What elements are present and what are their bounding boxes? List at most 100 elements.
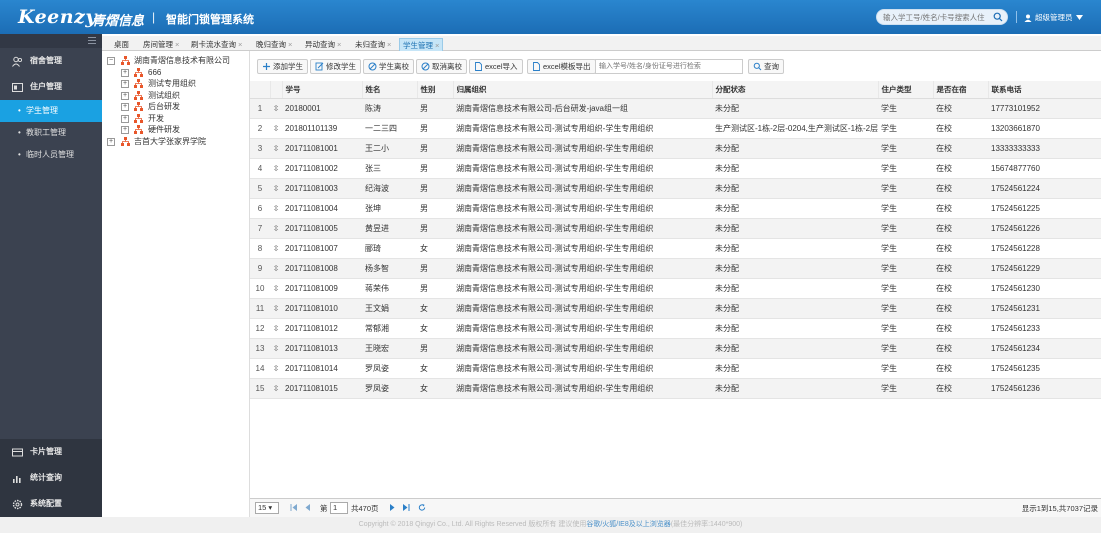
header-cell[interactable]: 住户类型 [878,81,934,99]
sidebar-item-staff[interactable]: 教职工管理 [0,122,102,144]
table-row[interactable]: 4 ⇳ 201711081002 张三男湖南青熠信息技术有限公司-测试专用组织-学生专… [250,158,1101,179]
row-expand-icon[interactable]: ⇳ [270,298,282,319]
brand-logo[interactable]: Keenzy [18,6,97,28]
cancel-leave-button[interactable]: 取消离校 [416,59,467,74]
row-expand-icon[interactable]: ⇳ [270,118,282,139]
sidebar-item-config[interactable]: 系统配置 [0,491,102,517]
table-row[interactable]: 2 ⇳ 201801101139 一二三四男湖南青熠信息技术有限公司-测试专用组织-学… [250,118,1101,139]
sidebar-item-resident[interactable]: 住户管理 [0,74,102,100]
student-search-input[interactable] [595,59,743,74]
sidebar-item-card[interactable]: 卡片管理 [0,439,102,465]
sidebar-item-dorm[interactable]: 宿舍管理 [0,48,102,74]
search-icon[interactable] [993,12,1003,22]
tree-node-dev[interactable]: + 开发 [102,113,249,125]
tab-change[interactable]: 异动查询 × [302,38,344,51]
tree-node-666[interactable]: +666 [102,67,249,79]
page-size-select[interactable]: 15 ▾ [255,502,279,514]
menu-toggle-icon[interactable] [88,37,96,44]
header-cell[interactable]: 姓名 [362,81,418,99]
table-row[interactable]: 6 ⇳ 201711081004 张坤男湖南青熠信息技术有限公司-测试专用组织-学生专… [250,198,1101,219]
prev-page-icon[interactable] [304,503,312,512]
tree-node-hardware[interactable]: + 硬件研发 [102,124,249,136]
table-row[interactable]: 14 ⇳ 201711081014 罗凤姿女湖南青熠信息技术有限公司-测试专用组织-学… [250,358,1101,379]
tab-desktop[interactable]: 桌面 [111,38,132,51]
tab-late-return[interactable]: 晚归查询 × [253,38,295,51]
collapse-icon[interactable]: − [107,57,115,65]
expand-icon[interactable]: + [121,68,129,77]
row-expand-icon[interactable]: ⇳ [270,338,282,359]
in-dorm-cell: 在校 [933,378,988,399]
row-expand-icon[interactable]: ⇳ [270,138,282,159]
search-button[interactable]: 查询 [748,59,784,74]
tab-close-icon[interactable]: × [387,40,391,49]
tab-close-icon[interactable]: × [238,40,242,49]
row-expand-icon[interactable]: ⇳ [270,158,282,179]
resident-type-cell: 学生 [878,338,933,359]
edit-student-button[interactable]: 修改学生 [310,59,361,74]
expand-icon[interactable]: + [121,114,129,123]
sidebar-item-stats[interactable]: 统计查询 [0,465,102,491]
tab-student[interactable]: 学生管理 × [399,38,444,51]
row-expand-icon[interactable]: ⇳ [270,178,282,199]
expand-icon[interactable]: + [121,103,129,111]
tab-room[interactable]: 房间管理 × [140,38,182,51]
header-cell[interactable]: 归属组织 [453,81,713,99]
expand-icon[interactable]: + [121,80,129,88]
sidebar-item-temp[interactable]: 临时人员管理 [0,144,102,166]
sidebar-item-student[interactable]: 学生管理 [0,100,102,122]
tree-node-test[interactable]: + 测试组织 [102,90,249,102]
tree-node-backend[interactable]: + 后台研发 [102,101,249,113]
student-id-cell: 201711081003 [282,178,362,199]
table-row[interactable]: 11 ⇳ 201711081010 王文娟女湖南青熠信息技术有限公司-测试专用组织-学… [250,298,1101,319]
table-row[interactable]: 8 ⇳ 201711081007 郦琦女湖南青熠信息技术有限公司-测试专用组织-学生专… [250,238,1101,259]
header-cell[interactable]: 学号 [282,81,363,99]
excel-import-button[interactable]: excel导入 [469,59,523,74]
first-page-icon[interactable] [290,503,298,512]
row-expand-icon[interactable]: ⇳ [270,218,282,239]
tree-node-test-special[interactable]: + 测试专用组织 [102,78,249,90]
header-cell[interactable]: 联系电话 [988,81,1101,99]
expand-icon[interactable]: + [121,91,129,100]
header-cell[interactable]: 性别 [417,81,454,99]
tree-node-root[interactable]: − 湖南青熠信息技术有限公司 [102,55,249,67]
row-expand-icon[interactable]: ⇳ [270,98,282,119]
tab-close-icon[interactable]: × [288,40,292,49]
tab-close-icon[interactable]: × [175,40,179,49]
table-row[interactable]: 9 ⇳ 201711081008 杨多智男湖南青熠信息技术有限公司-测试专用组织-学生… [250,258,1101,279]
header-cell[interactable]: 分配状态 [712,81,879,99]
header-cell[interactable]: 是否在宿 [933,81,989,99]
tab-close-icon[interactable]: × [435,41,439,50]
table-row[interactable]: 7 ⇳ 201711081005 黄昱进男湖南青熠信息技术有限公司-测试专用组织-学生… [250,218,1101,239]
table-row[interactable]: 10 ⇳ 201711081009 蒋荣伟男湖南青熠信息技术有限公司-测试专用组织-学… [250,278,1101,299]
table-row[interactable]: 3 ⇳ 201711081001 王二小男湖南青熠信息技术有限公司-测试专用组织-学生… [250,138,1101,159]
row-expand-icon[interactable]: ⇳ [270,278,282,299]
table-row[interactable]: 5 ⇳ 201711081003 纪海波男湖南青熠信息技术有限公司-测试专用组织-学生… [250,178,1101,199]
row-expand-icon[interactable]: ⇳ [270,258,282,279]
tree-node-jishou[interactable]: + 吉首大学张家界学院 [102,136,249,148]
row-expand-icon[interactable]: ⇳ [270,198,282,219]
leave-school-button[interactable]: 学生离校 [363,59,414,74]
add-student-button[interactable]: 添加学生 [257,59,308,74]
table-row[interactable]: 13 ⇳ 201711081013 王晓宏男湖南青熠信息技术有限公司-测试专用组织-学… [250,338,1101,359]
expand-icon[interactable]: + [107,137,115,146]
tab-swipe-log[interactable]: 刷卡流水查询 × [188,38,245,51]
last-page-icon[interactable] [402,503,410,512]
row-expand-icon[interactable]: ⇳ [270,238,282,259]
row-expand-icon[interactable]: ⇳ [270,378,282,399]
table-row[interactable]: 1 ⇳ 20180001 陈涛男湖南青熠信息技术有限公司-后台研发-java组一组 未分… [250,98,1101,119]
tab-not-return[interactable]: 未归查询 × [352,38,394,51]
row-expand-icon[interactable]: ⇳ [270,318,282,339]
row-expand-icon[interactable]: ⇳ [270,358,282,379]
user-menu[interactable]: 超级管理员 [1024,12,1083,23]
header-search-input[interactable] [877,10,989,24]
excel-template-export-button[interactable]: excel模板导出 [527,59,596,74]
refresh-icon[interactable] [418,503,426,512]
expand-icon[interactable]: + [121,126,129,134]
table-row[interactable]: 12 ⇳ 201711081012 常郁湘女湖南青熠信息技术有限公司-测试专用组织-学… [250,318,1101,339]
tab-close-icon[interactable]: × [337,40,341,49]
table-row[interactable]: 15 ⇳ 201711081015 罗凤姿女湖南青熠信息技术有限公司-测试专用组织-学… [250,378,1101,399]
page-number-input[interactable]: 1 [330,502,348,514]
next-page-icon[interactable] [388,503,396,512]
row-number-cell: 14 [250,358,270,379]
student-table: 学号 姓名 性别 归属组织 分配状态 住户类型 是否在宿 联系电话 1 ⇳ 2018… [250,81,1101,399]
